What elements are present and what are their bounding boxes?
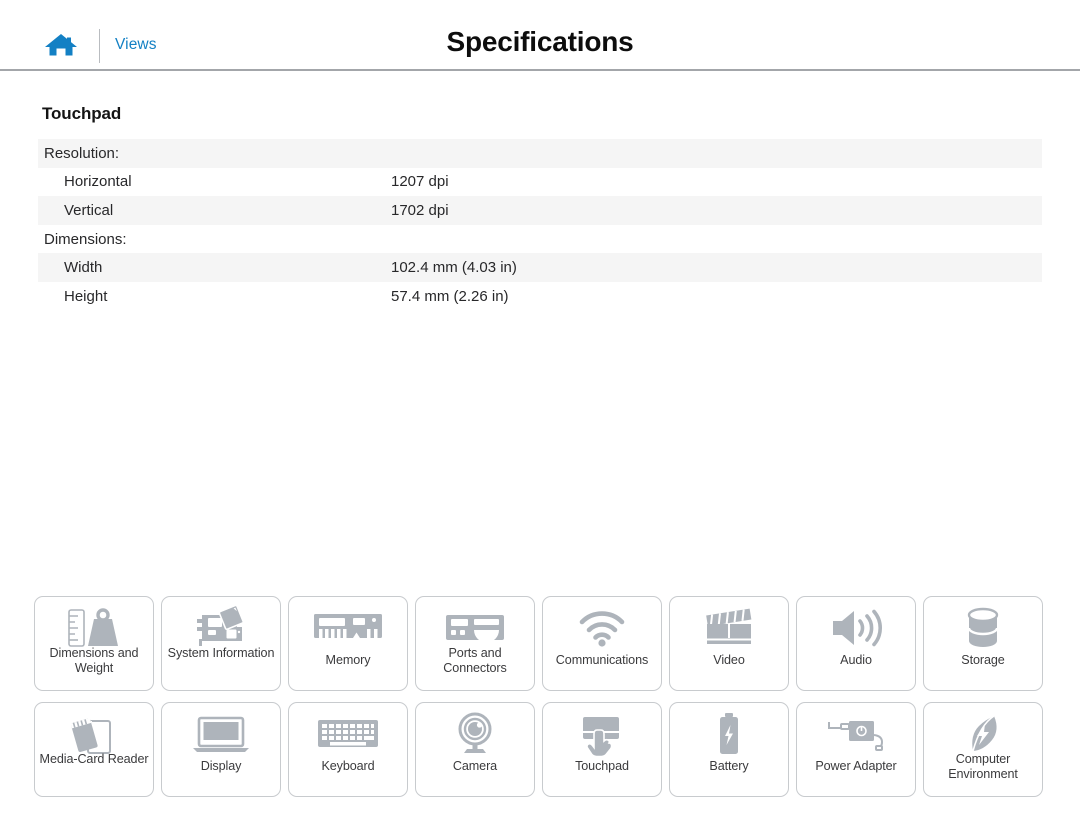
spec-label: Resolution: (44, 144, 120, 162)
spec-row: Dimensions: (38, 224, 1042, 254)
webcam-icon (416, 709, 534, 759)
category-tile-keyboard[interactable]: Keyboard (288, 702, 408, 797)
battery-icon (670, 709, 788, 759)
spec-value: 102.4 mm (4.03 in) (391, 259, 517, 277)
category-tile-label: Storage (961, 653, 1005, 667)
category-tile-display[interactable]: Display (161, 702, 281, 797)
keyboard-icon (289, 709, 407, 759)
memory-module-icon (289, 603, 407, 653)
spec-value: 57.4 mm (2.26 in) (391, 287, 509, 305)
category-tile-battery[interactable]: Battery (669, 702, 789, 797)
category-tile-media-card-reader[interactable]: Media-Card Reader (34, 702, 154, 797)
laptop-display-icon (162, 709, 280, 759)
category-tile-label: Memory (325, 653, 371, 667)
spec-row: Width 102.4 mm (4.03 in) (38, 253, 1042, 282)
spec-label: Dimensions: (44, 230, 127, 248)
spec-label: Vertical (64, 201, 114, 219)
category-tile-camera[interactable]: Camera (415, 702, 535, 797)
spec-row: Vertical 1702 dpi (38, 196, 1042, 225)
spec-label: Horizontal (64, 173, 132, 191)
category-tile-label: Power Adapter (815, 759, 897, 773)
category-tile-storage[interactable]: Storage (923, 596, 1043, 691)
page-title: Specifications (446, 26, 634, 57)
spec-label: Width (64, 259, 103, 277)
spec-row: Horizontal 1207 dpi (38, 167, 1042, 197)
category-tile-label: Keyboard (321, 759, 375, 773)
category-tile-power-adapter[interactable]: Power Adapter (796, 702, 916, 797)
drive-cylinder-icon (924, 603, 1042, 653)
category-tile-label: Touchpad (575, 759, 629, 773)
category-tile-label: Video (713, 653, 745, 667)
category-tile-label: Display (200, 759, 242, 773)
category-tile-computer-environment[interactable]: Computer Environment (923, 702, 1043, 797)
category-tile-communications[interactable]: Communications (542, 596, 662, 691)
app-header: Views Specifications (0, 0, 1080, 70)
category-tile-label: Media-Card Reader (39, 752, 149, 766)
category-tile-label: Communications (555, 653, 649, 667)
spec-label: Height (64, 287, 108, 305)
specifications-table: Resolution: Horizontal 1207 dpi Vertical 170… (38, 139, 1042, 311)
category-tile-label: Audio (840, 653, 872, 667)
clapperboard-icon (670, 603, 788, 653)
category-tile-video[interactable]: Video (669, 596, 789, 691)
category-tile-label: System Information (167, 646, 275, 660)
category-tile-label: Computer Environment (948, 752, 1018, 781)
category-tile-audio[interactable]: Audio (796, 596, 916, 691)
touchpad-hand-icon (543, 709, 661, 759)
category-tile-label: Camera (452, 759, 498, 773)
category-tile-ports-and-connectors[interactable]: Ports and Connectors (415, 596, 535, 691)
spec-row: Resolution: (38, 139, 1042, 168)
category-tile-label: Battery (709, 759, 749, 773)
category-tile-system-information[interactable]: System Information (161, 596, 281, 691)
category-tile-grid: Dimensions and Weight System Information (34, 596, 1046, 797)
category-tile-label: Dimensions and Weight (49, 646, 139, 675)
category-tile-touchpad[interactable]: Touchpad (542, 702, 662, 797)
category-tile-dimensions-and-weight[interactable]: Dimensions and Weight (34, 596, 154, 691)
speaker-icon (797, 603, 915, 653)
category-tile-memory[interactable]: Memory (288, 596, 408, 691)
wifi-icon (543, 603, 661, 653)
header-divider (0, 69, 1080, 71)
section-title: Touchpad (42, 104, 122, 123)
spec-value: 1702 dpi (391, 201, 449, 219)
power-adapter-icon (797, 709, 915, 759)
spec-value: 1207 dpi (391, 173, 449, 191)
category-tile-label: Ports and Connectors (443, 646, 507, 675)
spec-row: Height 57.4 mm (2.26 in) (38, 281, 1042, 311)
